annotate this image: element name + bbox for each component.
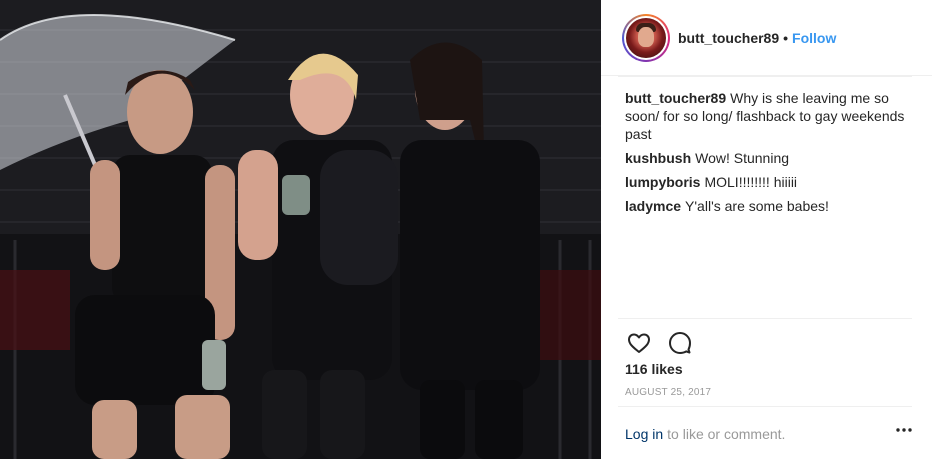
login-divider xyxy=(618,406,912,407)
separator-dot: • xyxy=(783,29,789,46)
avatar[interactable] xyxy=(622,13,670,62)
comment-text: Wow! Stunning xyxy=(695,150,790,166)
username-link[interactable]: butt_toucher89 xyxy=(678,30,779,46)
instagram-post: butt_toucher89 • Follow butt_toucher89 Wh… xyxy=(0,0,932,459)
heart-icon xyxy=(628,333,650,353)
action-bar xyxy=(625,329,707,357)
comment-button[interactable] xyxy=(666,329,694,357)
login-link[interactable]: Log in xyxy=(625,426,663,442)
comment-icon xyxy=(669,332,691,354)
follow-button[interactable]: Follow xyxy=(792,30,836,46)
actions-divider xyxy=(618,318,912,319)
avatar-image xyxy=(626,17,666,58)
photo-illustration xyxy=(0,0,601,459)
comment-text: Y'all's are some babes! xyxy=(685,198,829,214)
comment-author[interactable]: lumpyboris xyxy=(625,174,700,190)
comment-item: kushbush Wow! Stunning xyxy=(625,149,915,167)
like-button[interactable] xyxy=(625,329,653,357)
login-prompt: Log in to like or comment. xyxy=(625,426,914,442)
post-header: butt_toucher89 • Follow xyxy=(601,0,932,76)
likes-count[interactable]: 116 likes xyxy=(625,361,683,377)
comment-author[interactable]: butt_toucher89 xyxy=(625,90,726,106)
comment-item: butt_toucher89 Why is she leaving me so s… xyxy=(625,89,915,143)
post-date: AUGUST 25, 2017 xyxy=(625,387,712,398)
post-photo[interactable] xyxy=(0,0,601,459)
comment-item: ladymce Y'all's are some babes! xyxy=(625,197,915,215)
comment-author[interactable]: ladymce xyxy=(625,198,681,214)
comment-text: MOLI!!!!!!!! hiiiii xyxy=(704,174,798,190)
login-prompt-text: to like or comment. xyxy=(667,426,786,442)
comment-author[interactable]: kushbush xyxy=(625,150,691,166)
comment-item: lumpyboris MOLI!!!!!!!! hiiiii xyxy=(625,173,915,191)
more-options-icon xyxy=(896,428,912,432)
header-divider xyxy=(618,76,912,77)
post-side-panel: butt_toucher89 • Follow butt_toucher89 Wh… xyxy=(601,0,932,459)
more-options-button[interactable] xyxy=(894,420,914,440)
header-text: butt_toucher89 • Follow xyxy=(678,30,836,46)
comments-list: butt_toucher89 Why is she leaving me so s… xyxy=(625,89,915,221)
